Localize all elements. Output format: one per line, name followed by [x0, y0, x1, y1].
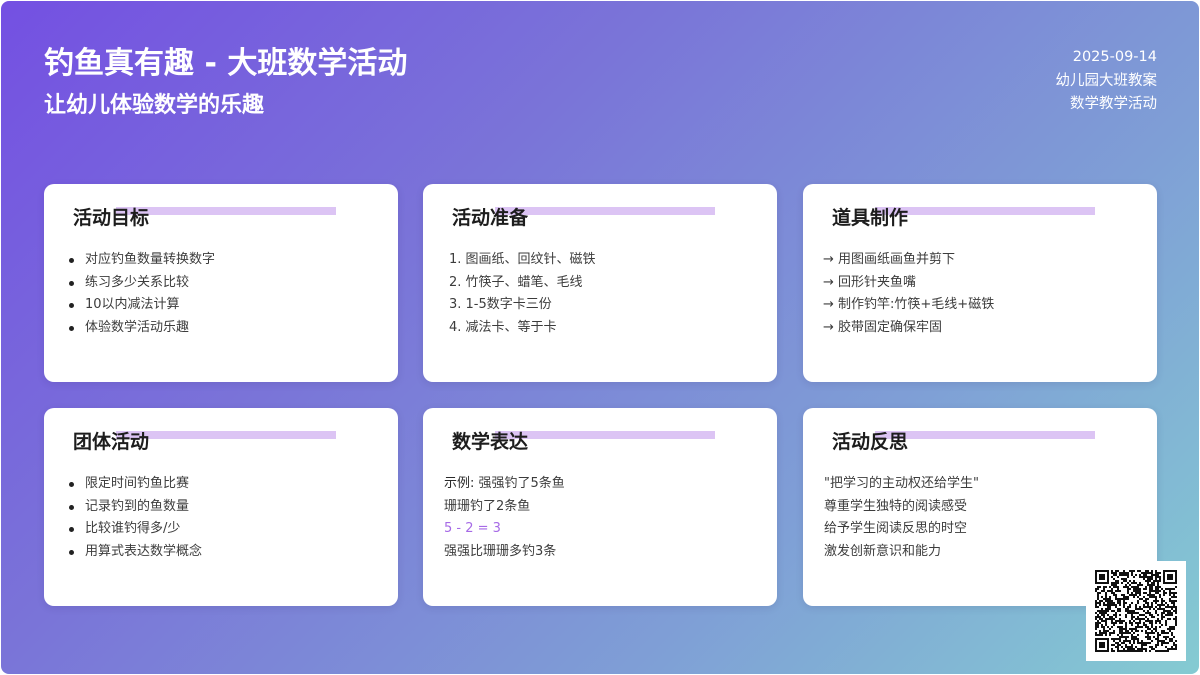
lesson-plan-slide: 钓鱼真有趣 - 大班数学活动 让幼儿体验数学的乐趣 2025-09-14 幼儿园…: [1, 1, 1199, 674]
page-subtitle: 让幼儿体验数学的乐趣: [44, 93, 265, 118]
list-item: 1. 图画纸、回纹针、磁铁: [449, 252, 596, 267]
list-item: 用算式表达数学概念: [44, 541, 202, 564]
list-item: 激发创新意识和能力: [824, 544, 942, 560]
list-item: 示例: 强强钓了5条鱼: [423, 473, 565, 496]
list-item: 练习多少关系比较: [44, 272, 215, 295]
list-item: 2. 竹筷子、蜡笔、毛线: [449, 274, 583, 290]
card-prop-making: 道具制作 → 用图画纸画鱼并剪下 → 回形针夹鱼嘴 → 制作钓竿:竹筷+毛线+磁…: [803, 184, 1157, 382]
qr-code-icon: [1086, 561, 1186, 661]
meta-line-grade: 幼儿园大班教案: [1055, 72, 1158, 89]
prop-steps-list: → 用图画纸画鱼并剪下 → 回形针夹鱼嘴 → 制作钓竿:竹筷+毛线+磁铁 → 胶…: [803, 249, 994, 340]
list-item: 记录钓到的鱼数量: [44, 496, 202, 519]
reflection-list: "把学习的主动权还给学生" 尊重学生独特的阅读感受 给予学生阅读反思的时空 激发…: [803, 473, 979, 564]
list-item: → 制作钓竿:竹筷+毛线+磁铁: [823, 297, 995, 313]
quote-text: "把学习的主动权还给学生": [824, 476, 979, 491]
list-item: 3. 1-5数字卡三份: [449, 297, 552, 313]
card-title: 活动准备: [452, 207, 529, 229]
group-activity-list: 限定时间钓鱼比赛 记录钓到的鱼数量 比较谁钓得多/少 用算式表达数学概念: [44, 473, 202, 564]
list-item: → 用图画纸画鱼并剪下: [823, 252, 956, 267]
formula-text: 5 - 2 = 3: [444, 521, 501, 537]
card-title: 道具制作: [832, 207, 909, 229]
card-title: 活动反思: [832, 431, 909, 453]
card-title: 团体活动: [73, 431, 150, 453]
page-title: 钓鱼真有趣 - 大班数学活动: [44, 46, 408, 81]
list-item: 珊珊钓了2条鱼: [444, 498, 531, 514]
list-item: 对应钓鱼数量转换数字: [44, 249, 215, 272]
example-label: 示例:: [444, 476, 475, 491]
card-activity-preparation: 活动准备 1. 图画纸、回纹针、磁铁 2. 竹筷子、蜡笔、毛线 3. 1-5数字…: [423, 184, 777, 382]
card-group-activity: 团体活动 限定时间钓鱼比赛 记录钓到的鱼数量 比较谁钓得多/少 用算式表达数学概…: [44, 408, 398, 606]
meta-line-type: 数学教学活动: [1070, 96, 1157, 112]
list-item: 4. 减法卡、等于卡: [449, 320, 557, 336]
list-item: 强强比珊珊多钓3条: [444, 544, 557, 560]
card-title: 活动目标: [73, 207, 150, 229]
example-text: 强强钓了5条鱼: [478, 476, 565, 491]
list-item: 限定时间钓鱼比赛: [44, 473, 202, 496]
math-example-list: 示例: 强强钓了5条鱼 珊珊钓了2条鱼 5 - 2 = 3 强强比珊珊多钓3条: [423, 473, 565, 564]
list-item: → 回形针夹鱼嘴: [823, 274, 917, 290]
card-math-expression: 数学表达 示例: 强强钓了5条鱼 珊珊钓了2条鱼 5 - 2 = 3 强强比珊珊…: [423, 408, 777, 606]
list-item: 比较谁钓得多/少: [44, 518, 202, 541]
goals-list: 对应钓鱼数量转换数字 练习多少关系比较 10以内减法计算 体验数学活动乐趣: [44, 249, 215, 340]
list-item: 10以内减法计算: [44, 294, 215, 317]
list-item: → 胶带固定确保牢固: [823, 320, 943, 336]
header-meta: 2025-09-14 幼儿园大班教案 数学教学活动: [1056, 46, 1158, 117]
list-item: 给予学生阅读反思的时空: [824, 521, 968, 537]
date-text: 2025-09-14: [1072, 49, 1157, 65]
card-activity-goals: 活动目标 对应钓鱼数量转换数字 练习多少关系比较 10以内减法计算 体验数学活动…: [44, 184, 398, 382]
card-title: 数学表达: [452, 431, 529, 453]
list-item: 体验数学活动乐趣: [44, 317, 215, 340]
preparation-list: 1. 图画纸、回纹针、磁铁 2. 竹筷子、蜡笔、毛线 3. 1-5数字卡三份 4…: [423, 249, 596, 340]
list-item: 尊重学生独特的阅读感受: [824, 498, 968, 514]
